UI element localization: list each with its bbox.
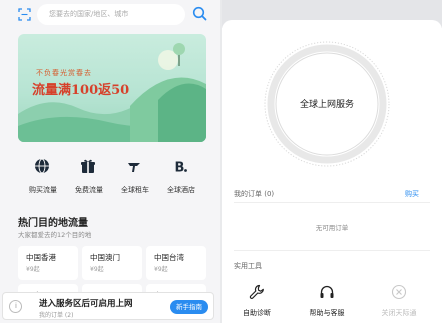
quick-action-car-rental[interactable]: 全球租车	[110, 155, 160, 201]
buy-link[interactable]: 购买	[405, 189, 419, 199]
ring-title: 全球上网服务	[299, 100, 354, 110]
divider	[234, 202, 430, 203]
destination-card[interactable]: 中国香港 ¥9起	[18, 246, 78, 280]
quick-action-free-data[interactable]: 免费流量	[64, 155, 114, 201]
tool-label: 自助诊断	[243, 309, 271, 317]
destination-price: ¥9起	[154, 266, 168, 273]
search-input[interactable]: 您要去的国家/地区、城市	[37, 4, 185, 25]
info-icon: i	[9, 300, 22, 313]
quick-action-hotel[interactable]: B 全球酒店	[156, 155, 206, 201]
quick-action-label: 全球租车	[121, 186, 149, 194]
destination-name: 中国台湾	[154, 253, 184, 262]
service-ring[interactable]: 全球上网服务	[257, 38, 397, 170]
tool-self-diagnosis[interactable]: 自助诊断	[227, 282, 287, 322]
notice-subtitle: 我的订单 (2)	[39, 312, 74, 319]
quick-actions: 购买流量 免费流量 全球租车 B 全球酒店	[18, 155, 206, 201]
gift-icon	[81, 159, 95, 173]
headset-icon	[320, 285, 334, 298]
destination-name: 中国香港	[26, 253, 56, 262]
search-icon[interactable]	[192, 6, 207, 21]
hot-destinations-subtitle: 大家都爱去的12个目的地	[18, 231, 92, 239]
hotel-icon: B	[175, 161, 187, 175]
scan-icon[interactable]	[18, 8, 31, 21]
banner-slogan: 不负春光赏春去	[36, 69, 92, 77]
car-rental-icon	[128, 163, 140, 172]
service-notice-bar[interactable]: i 进入服务区后可启用上网 我的订单 (2) 新手指南	[2, 292, 214, 320]
globe-icon	[35, 158, 49, 174]
service-pane: 全球上网服务 我的订单 (0) 购买 无可用订单 实用工具 自助诊断 帮助与客服…	[222, 0, 442, 323]
destination-price: ¥9起	[26, 266, 40, 273]
wrench-icon	[249, 284, 264, 299]
notice-title: 进入服务区后可启用上网	[39, 299, 133, 309]
svg-text:B: B	[175, 161, 185, 175]
destination-card[interactable]: 中国台湾 ¥9起	[146, 246, 206, 280]
empty-orders-text: 无可用订单	[315, 224, 349, 232]
destination-name: 中国澳门	[90, 253, 120, 262]
tool-label: 关闭天际通	[381, 309, 417, 317]
hot-destinations-title: 热门目的地流量	[18, 218, 88, 229]
destination-card[interactable]: 中国澳门 ¥9起	[82, 246, 142, 280]
search-placeholder: 您要去的国家/地区、城市	[49, 10, 129, 18]
quick-action-buy-data[interactable]: 购买流量	[18, 155, 68, 201]
tool-label: 帮助与客服	[309, 309, 345, 317]
tool-disable-service[interactable]: 关闭天际通	[369, 282, 429, 322]
banner-headline: 流量满100返50	[32, 83, 130, 98]
quick-action-label: 购买流量	[29, 186, 57, 194]
home-pane: 您要去的国家/地区、城市 不负春光赏春去 流量满100返50 购买流量 免费流量…	[0, 0, 220, 323]
tools-label: 实用工具	[234, 262, 262, 270]
promo-banner[interactable]: 不负春光赏春去 流量满100返50	[18, 34, 206, 142]
quick-action-label: 免费流量	[75, 186, 103, 194]
close-circle-icon	[391, 284, 407, 300]
my-orders-label: 我的订单 (0)	[234, 190, 275, 198]
destination-price: ¥9起	[90, 266, 104, 273]
quick-action-label: 全球酒店	[167, 186, 195, 194]
tool-help-support[interactable]: 帮助与客服	[297, 282, 357, 322]
header-strip	[222, 0, 442, 32]
divider	[234, 250, 430, 251]
beginner-guide-button[interactable]: 新手指南	[170, 300, 208, 314]
search-bar: 您要去的国家/地区、城市	[0, 0, 220, 28]
